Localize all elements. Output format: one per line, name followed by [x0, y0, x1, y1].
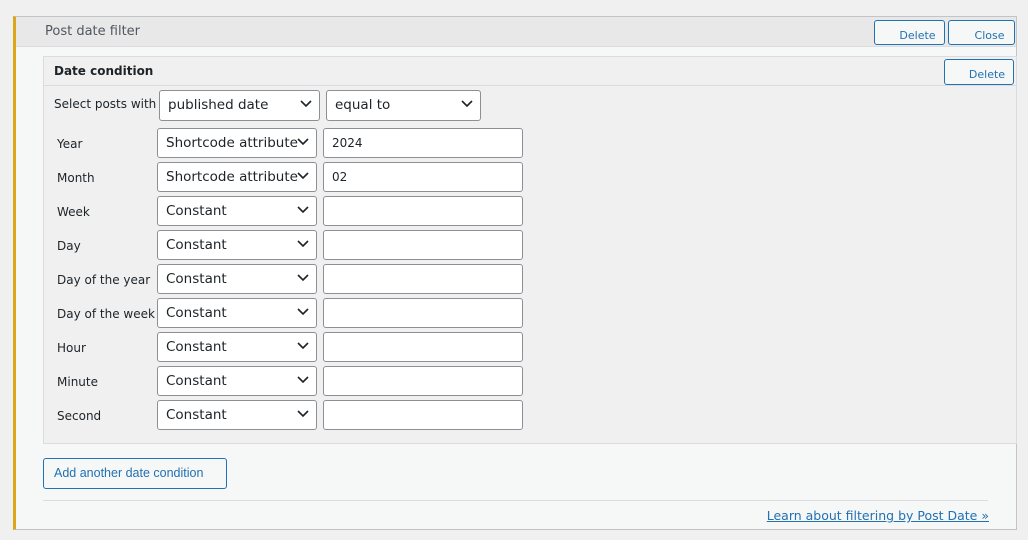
date-part-value-input[interactable]	[323, 332, 523, 362]
date-part-value-input[interactable]	[323, 264, 523, 294]
date-part-value-input[interactable]	[323, 400, 523, 430]
date-part-label: Second	[57, 409, 102, 423]
date-part-source-select[interactable]: Constant	[157, 366, 317, 396]
select-posts-label: Select posts with	[54, 97, 157, 111]
chevron-down-icon	[297, 138, 309, 146]
date-condition-box: Date condition Delete Select posts with …	[43, 56, 1017, 444]
date-part-source-select[interactable]: Shortcode attribute	[157, 162, 317, 192]
date-part-source-select[interactable]: Constant	[157, 298, 317, 328]
chevron-down-icon	[297, 274, 309, 282]
date-part-label: Day	[57, 239, 81, 253]
divider	[43, 500, 988, 501]
chevron-down-icon	[297, 240, 309, 248]
add-date-condition-button[interactable]: Add another date condition	[43, 458, 227, 489]
post-date-filter-panel: Post date filter Delete Close Date condi…	[13, 16, 1017, 530]
date-part-label: Week	[57, 205, 90, 219]
date-part-source-select[interactable]: Shortcode attribute	[157, 128, 317, 158]
date-part-label: Hour	[57, 341, 86, 355]
date-part-source-select[interactable]: Constant	[157, 196, 317, 226]
date-part-label: Year	[57, 137, 83, 151]
date-part-value-input[interactable]	[323, 366, 523, 396]
condition-title: Date condition	[54, 64, 154, 78]
panel-title: Post date filter	[45, 24, 141, 39]
chevron-down-icon	[297, 342, 309, 350]
date-part-value-input[interactable]	[323, 298, 523, 328]
comparison-select[interactable]: equal to	[326, 90, 481, 121]
date-part-label: Minute	[57, 375, 98, 389]
date-part-value-input[interactable]	[323, 196, 523, 226]
chevron-down-icon	[297, 410, 309, 418]
panel-header: Post date filter	[16, 17, 1016, 47]
date-part-source-select[interactable]: Constant	[157, 230, 317, 260]
delete-condition-button[interactable]: Delete	[944, 59, 1014, 85]
chevron-down-icon	[297, 172, 309, 180]
date-part-source-select[interactable]: Constant	[157, 264, 317, 294]
date-part-value-input[interactable]: 02	[323, 162, 523, 192]
chevron-down-icon	[297, 206, 309, 214]
delete-filter-button[interactable]: Delete	[874, 20, 945, 45]
date-part-label: Day of the week	[57, 307, 155, 321]
date-part-label: Month	[57, 171, 95, 185]
date-field-select[interactable]: published date	[159, 90, 320, 121]
chevron-down-icon	[297, 308, 309, 316]
date-part-value-input[interactable]	[323, 230, 523, 260]
chevron-down-icon	[300, 100, 312, 108]
condition-header: Date condition	[44, 57, 1016, 86]
chevron-down-icon	[297, 376, 309, 384]
date-part-source-select[interactable]: Constant	[157, 400, 317, 430]
chevron-down-icon	[461, 100, 473, 108]
date-part-source-select[interactable]: Constant	[157, 332, 317, 362]
date-part-value-input[interactable]: 2024	[323, 128, 523, 158]
date-part-label: Day of the year	[57, 273, 151, 287]
close-filter-button[interactable]: Close	[948, 20, 1015, 45]
learn-about-filtering-link[interactable]: Learn about filtering by Post Date »	[767, 508, 989, 523]
